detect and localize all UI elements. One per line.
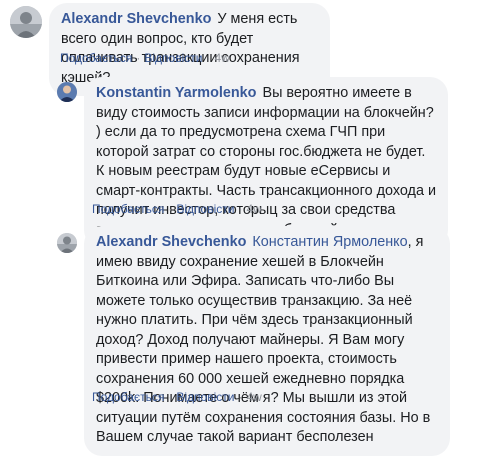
- like-link[interactable]: Подобається: [60, 51, 132, 65]
- reply-link[interactable]: Відповісти: [176, 202, 234, 216]
- comment-actions: Подобається · Відповісти · 4w: [92, 390, 262, 404]
- avatar[interactable]: [57, 233, 77, 253]
- avatar[interactable]: [10, 6, 42, 38]
- comment-author[interactable]: Konstantin Yarmolenko: [96, 85, 256, 101]
- comment-timestamp[interactable]: 4w: [246, 202, 261, 216]
- avatar[interactable]: [57, 82, 77, 102]
- comment-actions: Подобається · Відповісти · 4w: [60, 51, 230, 65]
- separator: ·: [136, 51, 141, 65]
- like-link[interactable]: Подобається: [92, 390, 164, 404]
- separator: ·: [206, 51, 211, 65]
- like-link[interactable]: Подобається: [92, 202, 164, 216]
- comment-author[interactable]: Alexandr Shevchenko: [96, 234, 246, 250]
- separator: ·: [238, 390, 243, 404]
- comment-timestamp[interactable]: 4w: [214, 51, 229, 65]
- comment: Alexandr Shevchenko У меня есть всего од…: [0, 0, 500, 96]
- separator: ·: [168, 202, 173, 216]
- avatar-photo-icon: [57, 82, 77, 102]
- avatar-photo-icon: [57, 233, 77, 253]
- mention-link[interactable]: Константин Ярмоленко: [252, 234, 407, 250]
- reply-link[interactable]: Відповісти: [176, 390, 234, 404]
- separator: ·: [168, 390, 173, 404]
- comment-bubble: Alexandr Shevchenko Константин Ярмоленко…: [84, 226, 450, 456]
- comment-timestamp[interactable]: 4w: [246, 390, 261, 404]
- comment-actions: Подобається · Відповісти · 4w: [92, 202, 262, 216]
- comment-text: , я имею ввиду сохранение хешей в Блокче…: [96, 234, 431, 445]
- separator: ·: [238, 202, 243, 216]
- avatar-photo-icon: [10, 6, 42, 38]
- reply-link[interactable]: Відповісти: [144, 51, 202, 65]
- comment-reply: Alexandr Shevchenko Константин Ярмоленко…: [0, 222, 500, 456]
- comment-reply: Konstantin Yarmolenko Вы вероятно имеете…: [0, 72, 500, 248]
- comment-author[interactable]: Alexandr Shevchenko: [61, 11, 211, 27]
